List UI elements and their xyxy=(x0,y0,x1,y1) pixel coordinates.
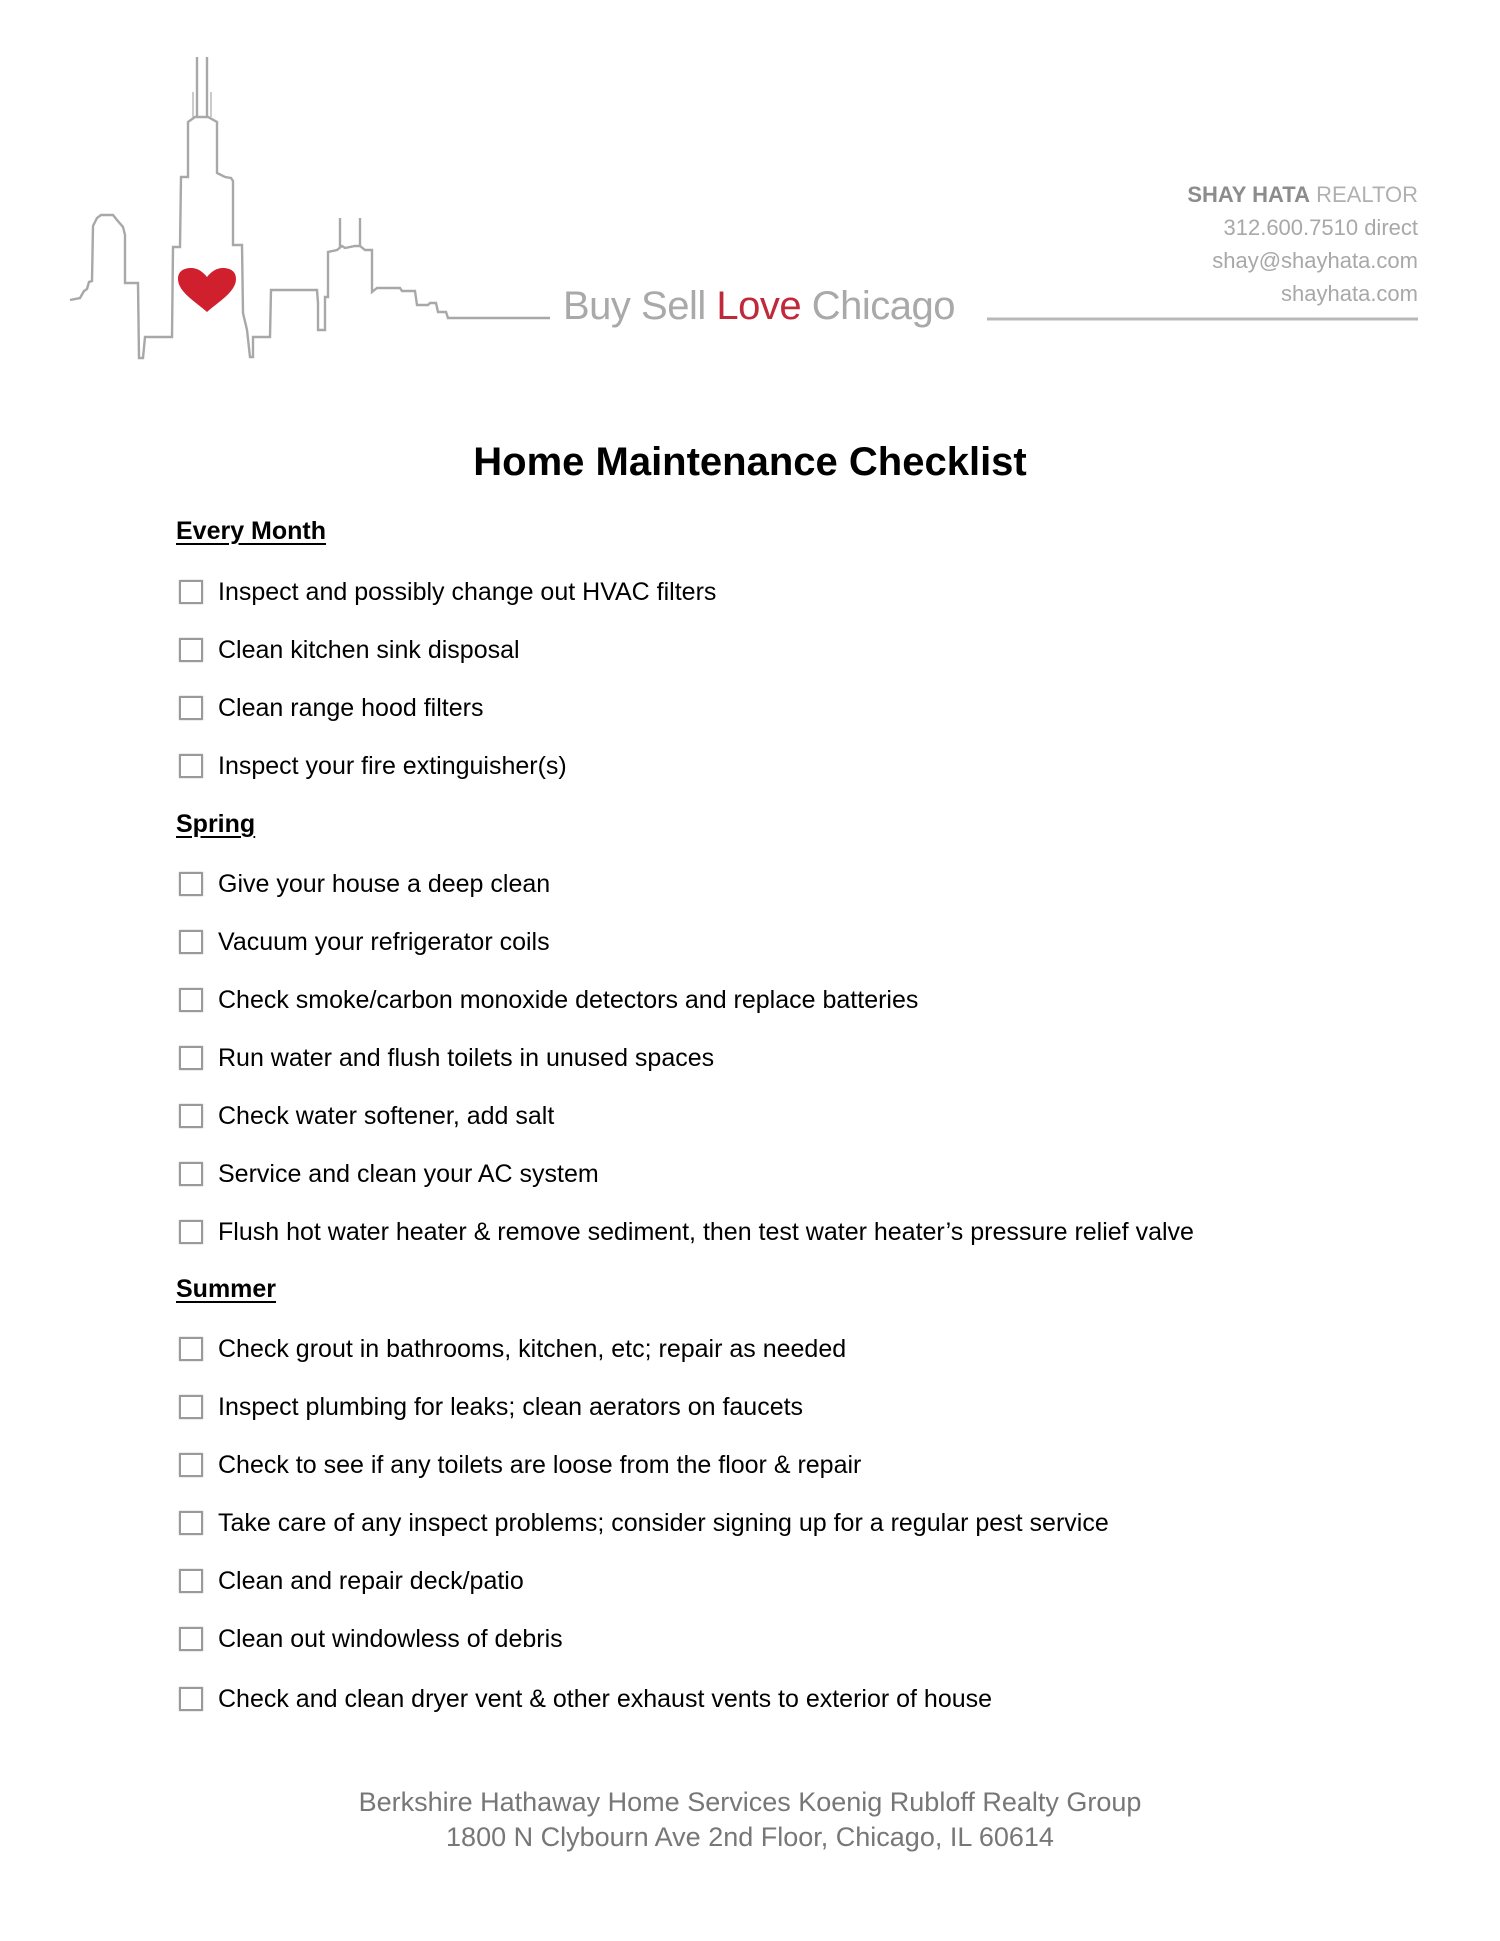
checklist-item[interactable]: Inspect plumbing for leaks; clean aerato… xyxy=(179,1392,803,1422)
checklist-item-label: Check and clean dryer vent & other exhau… xyxy=(218,1685,993,1713)
checklist-item-label: Clean kitchen sink disposal xyxy=(218,636,520,664)
checklist-item-label: Check smoke/carbon monoxide detectors an… xyxy=(218,986,919,1014)
checkbox[interactable] xyxy=(179,1687,203,1711)
section-heading-summer: Summer xyxy=(176,1275,277,1303)
tagline-part1: Buy Sell xyxy=(563,284,717,328)
checklist-item-label: Clean and repair deck/patio xyxy=(218,1567,524,1595)
checkbox[interactable] xyxy=(179,988,203,1012)
checklist-item-label: Inspect plumbing for leaks; clean aerato… xyxy=(218,1393,804,1421)
checklist-item-label: Check water softener, add salt xyxy=(218,1102,555,1130)
checklist-item[interactable]: Flush hot water heater & remove sediment… xyxy=(179,1217,1194,1247)
checklist-item-label: Run water and flush toilets in unused sp… xyxy=(218,1044,715,1072)
checklist-item[interactable]: Take care of any inspect problems; consi… xyxy=(179,1508,1109,1538)
footer-company: Berkshire Hathaway Home Services Koenig … xyxy=(358,1787,1142,1817)
checklist-item[interactable]: Clean and repair deck/patio xyxy=(179,1566,524,1596)
checkbox[interactable] xyxy=(179,1046,203,1070)
tagline: Buy Sell Love Chicago xyxy=(563,284,955,328)
contact-name-line: SHAY HATA REALTOR xyxy=(1187,178,1418,211)
checklist-item[interactable]: Check to see if any toilets are loose fr… xyxy=(179,1450,861,1480)
checkbox[interactable] xyxy=(179,1162,203,1186)
contact-website: shayhata.com xyxy=(1281,281,1418,306)
checklist-item[interactable]: Check grout in bathrooms, kitchen, etc; … xyxy=(179,1334,846,1364)
checkbox[interactable] xyxy=(179,696,203,720)
checklist-item[interactable]: Run water and flush toilets in unused sp… xyxy=(179,1043,714,1073)
checklist-item[interactable]: Check and clean dryer vent & other exhau… xyxy=(179,1684,992,1714)
tagline-part2: Chicago xyxy=(801,284,956,328)
checklist-item[interactable]: Vacuum your refrigerator coils xyxy=(179,927,550,957)
checklist-item-label: Flush hot water heater & remove sediment… xyxy=(218,1218,1194,1246)
checklist-item[interactable]: Check water softener, add salt xyxy=(179,1101,554,1131)
checkbox[interactable] xyxy=(179,1220,203,1244)
checkbox[interactable] xyxy=(179,1511,203,1535)
footer-address: 1800 N Clybourn Ave 2nd Floor, Chicago, … xyxy=(446,1822,1054,1852)
checkbox[interactable] xyxy=(179,580,203,604)
checklist-item-label: Clean range hood filters xyxy=(218,694,484,722)
checklist-item-label: Check grout in bathrooms, kitchen, etc; … xyxy=(218,1335,847,1363)
checklist-item[interactable]: Inspect and possibly change out HVAC fil… xyxy=(179,577,716,607)
checklist-item-label: Clean out windowless of debris xyxy=(218,1625,563,1653)
checkbox[interactable] xyxy=(179,1395,203,1419)
checklist-item-label: Vacuum your refrigerator coils xyxy=(218,928,550,956)
section-heading-every-month: Every Month xyxy=(176,517,327,545)
checklist-item[interactable]: Inspect your fire extinguisher(s) xyxy=(179,751,567,781)
checklist-item-label: Check to see if any toilets are loose fr… xyxy=(218,1451,862,1479)
checklist-item[interactable]: Service and clean your AC system xyxy=(179,1159,599,1189)
agent-role: REALTOR xyxy=(1310,182,1418,207)
checkbox[interactable] xyxy=(179,1337,203,1361)
checkbox[interactable] xyxy=(179,638,203,662)
section-heading-spring: Spring xyxy=(176,810,256,838)
heart-icon xyxy=(178,268,236,312)
checklist-item[interactable]: Clean kitchen sink disposal xyxy=(179,635,520,665)
checkbox[interactable] xyxy=(179,754,203,778)
checkbox[interactable] xyxy=(179,1453,203,1477)
checklist-item[interactable]: Check smoke/carbon monoxide detectors an… xyxy=(179,985,918,1015)
checklist-item-label: Inspect your fire extinguisher(s) xyxy=(218,752,567,780)
checkbox[interactable] xyxy=(179,872,203,896)
contact-email: shay@shayhata.com xyxy=(1212,248,1418,273)
tagline-accent: Love xyxy=(716,284,802,328)
checklist-item-label: Service and clean your AC system xyxy=(218,1160,599,1188)
contact-phone: 312.600.7510 direct xyxy=(1223,215,1419,240)
checklist-item[interactable]: Clean out windowless of debris xyxy=(179,1624,563,1654)
checkbox[interactable] xyxy=(179,1104,203,1128)
checklist-item-label: Give your house a deep clean xyxy=(218,870,551,898)
agent-name: SHAY HATA xyxy=(1187,182,1310,207)
chicago-skyline-icon xyxy=(69,57,550,360)
checklist-item-label: Inspect and possibly change out HVAC fil… xyxy=(218,578,717,606)
contact-block: SHAY HATA REALTOR 312.600.7510 direct sh… xyxy=(1187,178,1418,310)
checklist-item-label: Take care of any inspect problems; consi… xyxy=(218,1509,1109,1537)
checklist-item[interactable]: Give your house a deep clean xyxy=(179,869,550,899)
page-title: Home Maintenance Checklist xyxy=(473,440,1027,484)
checkbox[interactable] xyxy=(179,930,203,954)
checkbox[interactable] xyxy=(179,1569,203,1593)
checklist-item[interactable]: Clean range hood filters xyxy=(179,693,483,723)
checkbox[interactable] xyxy=(179,1627,203,1651)
